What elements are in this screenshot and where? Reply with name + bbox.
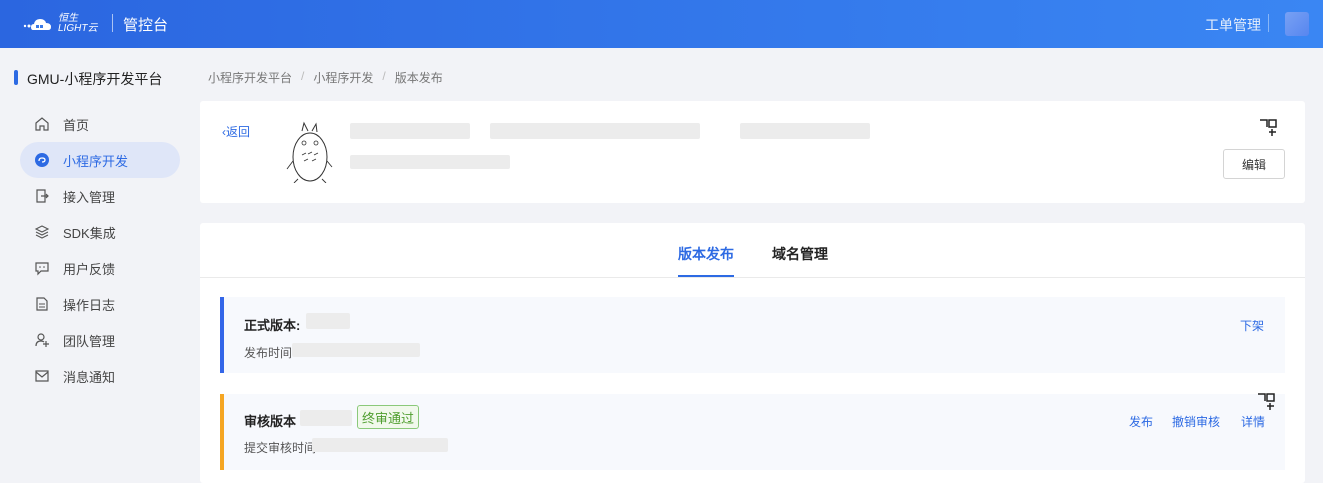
publish-button[interactable]: 发布 [1129, 413, 1153, 430]
revoke-review-button[interactable]: 撤销审核 [1172, 413, 1220, 430]
platform-title: GMU-小程序开发平台 [14, 69, 162, 89]
app-mascot-icon [286, 121, 333, 183]
redacted-app-meta [740, 123, 870, 139]
sidebar-item-label: 小程序开发 [63, 153, 129, 169]
review-bar [220, 394, 224, 470]
sidebar-item-label: 首页 [63, 117, 90, 133]
review-version-box: 审核版本 终审通过 提交审核时间 发布 撤销审核 详情 [220, 393, 1285, 470]
status-badge: 终审通过 [357, 405, 420, 429]
details-button[interactable]: 详情 [1241, 413, 1265, 430]
tab-version-release[interactable]: 版本发布 [678, 244, 734, 264]
sidebar-item-log[interactable]: 操作日志 [20, 286, 180, 322]
unpublish-button[interactable]: 下架 [1240, 317, 1264, 334]
sidebar-item-label: SDK集成 [63, 225, 116, 241]
breadcrumb-item: 版本发布 [394, 71, 443, 85]
edit-button[interactable]: 编辑 [1223, 149, 1285, 179]
redacted-review-time [312, 438, 448, 452]
redacted-review-version [300, 410, 352, 426]
release-version-box: 正式版本: 发布时间 下架 [220, 297, 1285, 373]
release-bar [220, 297, 224, 373]
active-tab-indicator [678, 275, 734, 277]
qrcode-icon[interactable] [1259, 119, 1277, 137]
tab-domain-management[interactable]: 域名管理 [772, 244, 828, 264]
breadcrumb-item[interactable]: 小程序开发平台 [208, 69, 292, 86]
redacted-release-time [292, 343, 420, 357]
header-separator [1268, 14, 1269, 32]
back-link[interactable]: ‹返回 [222, 123, 250, 140]
logo-text: 恒生 LIGHT云 [58, 13, 98, 34]
mail-icon [35, 370, 49, 382]
sidebar-item-access[interactable]: 接入管理 [20, 178, 180, 214]
app-info-card: ‹返回 编辑 [200, 101, 1305, 203]
top-header: 恒生 LIGHT云 管控台 工单管理 [0, 0, 1323, 48]
sidebar-item-notify[interactable]: 消息通知 [20, 358, 180, 394]
redacted-app-name [350, 123, 470, 139]
layers-icon [34, 225, 50, 239]
sidebar-item-label: 接入管理 [63, 189, 116, 205]
redacted-app-desc [350, 155, 510, 169]
sidebar: GMU-小程序开发平台 首页 小程序开发 接入管理 SDK集成 用户反馈 操作日… [0, 48, 190, 483]
logo[interactable]: 恒生 LIGHT云 [22, 13, 97, 35]
access-icon [36, 189, 49, 203]
ticket-management-link[interactable]: 工单管理 [1205, 15, 1261, 35]
sidebar-item-label: 用户反馈 [63, 261, 116, 277]
miniapp-icon [35, 153, 49, 167]
qrcode-icon[interactable] [1257, 393, 1275, 411]
breadcrumb: 小程序开发平台 / 小程序开发 / 版本发布 [208, 69, 443, 86]
sidebar-item-miniapp[interactable]: 小程序开发 [20, 142, 180, 178]
review-version-title: 审核版本 [244, 414, 297, 429]
version-card: 版本发布 域名管理 正式版本: 发布时间 下架 审核版本 终审通过 提交审核时间… [200, 223, 1305, 483]
breadcrumb-separator: / [382, 69, 386, 83]
redacted-release-version [306, 313, 350, 329]
feedback-icon [35, 262, 49, 276]
breadcrumb-separator: / [301, 69, 305, 83]
cloud-logo-icon [23, 19, 51, 30]
redacted-app-id [490, 123, 700, 139]
sidebar-item-sdk[interactable]: SDK集成 [20, 214, 180, 250]
review-time-label: 提交审核时间 [244, 441, 317, 455]
console-title[interactable]: 管控台 [123, 14, 168, 35]
tab-bar: 版本发布 域名管理 [200, 223, 1305, 278]
home-icon [35, 117, 49, 131]
avatar[interactable] [1285, 12, 1309, 36]
sidebar-item-label: 消息通知 [63, 369, 116, 385]
release-version-title: 正式版本: [244, 318, 301, 333]
header-divider [112, 14, 113, 32]
sidebar-item-label: 操作日志 [63, 297, 116, 313]
breadcrumb-item[interactable]: 小程序开发 [313, 69, 373, 86]
sidebar-item-team[interactable]: 团队管理 [20, 322, 180, 358]
sidebar-item-feedback[interactable]: 用户反馈 [20, 250, 180, 286]
release-time-label: 发布时间 [244, 346, 293, 360]
sidebar-item-home[interactable]: 首页 [20, 106, 180, 142]
team-icon [35, 333, 49, 347]
sidebar-item-label: 团队管理 [63, 333, 116, 349]
log-icon [36, 297, 48, 311]
